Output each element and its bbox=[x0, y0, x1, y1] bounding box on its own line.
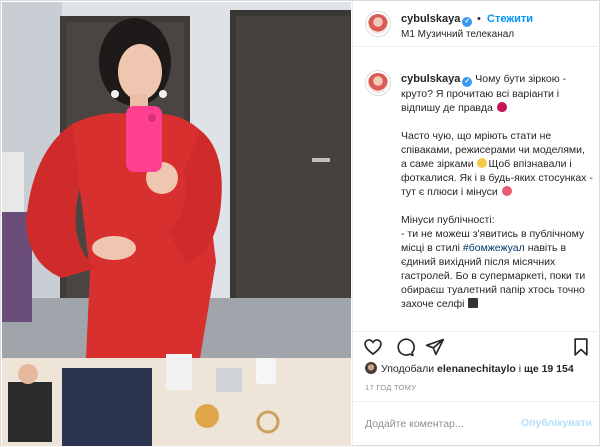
liker-username[interactable]: elenanechitaylo bbox=[437, 363, 516, 375]
caption-text: cybulskaya ✓ Чому бути зіркою - круто? Я … bbox=[401, 72, 593, 311]
likes-count[interactable]: ще 19 154 bbox=[524, 363, 574, 375]
likes-middle: і bbox=[518, 363, 522, 375]
lips-emoji-icon bbox=[496, 102, 507, 112]
comment-icon[interactable] bbox=[395, 337, 415, 357]
author-username[interactable]: cybulskaya ✓ bbox=[401, 13, 473, 27]
header-separator: • bbox=[477, 13, 481, 25]
caption-author-avatar[interactable] bbox=[365, 70, 391, 96]
verified-badge-icon: ✓ bbox=[462, 17, 473, 27]
photo-illustration bbox=[2, 2, 351, 446]
post-actions bbox=[353, 331, 600, 361]
post-side-panel: cybulskaya ✓ • Стежити М1 Музичний телека… bbox=[352, 1, 600, 447]
tongue-emoji-icon bbox=[501, 186, 512, 196]
publish-button[interactable]: Опублікувати bbox=[521, 417, 592, 429]
post-location[interactable]: М1 Музичний телеканал bbox=[401, 29, 514, 40]
liker-avatar[interactable] bbox=[365, 362, 377, 374]
comment-form: Опублікувати bbox=[353, 401, 600, 447]
clapper-emoji-icon bbox=[468, 298, 479, 308]
heart-icon[interactable] bbox=[363, 337, 383, 357]
author-avatar[interactable] bbox=[365, 11, 391, 37]
caption-author-username[interactable]: cybulskaya ✓ bbox=[401, 73, 473, 87]
comment-input[interactable] bbox=[365, 415, 515, 433]
caption-verified-badge-icon: ✓ bbox=[462, 77, 473, 87]
follow-button[interactable]: Стежити bbox=[487, 13, 533, 25]
likes-summary: Уподобали elenanechitaylo і ще 19 154 bbox=[365, 362, 574, 376]
post-timestamp[interactable]: 17 ГОД ТОМУ bbox=[365, 383, 416, 392]
post-caption: cybulskaya ✓ Чому бути зіркою - круто? Я … bbox=[353, 48, 600, 331]
likes-prefix: Уподобали bbox=[381, 363, 435, 375]
post-header: cybulskaya ✓ • Стежити М1 Музичний телека… bbox=[353, 1, 600, 47]
send-icon[interactable] bbox=[425, 337, 445, 357]
star-emoji-icon bbox=[477, 158, 488, 168]
caption-paragraph-4: Мінуси публічності: bbox=[401, 214, 495, 226]
instagram-post: cybulskaya ✓ • Стежити М1 Музичний телека… bbox=[0, 0, 600, 447]
post-photo[interactable] bbox=[2, 2, 351, 446]
hashtag-link[interactable]: #бомжежуал bbox=[463, 242, 525, 254]
bookmark-icon[interactable] bbox=[571, 337, 591, 357]
